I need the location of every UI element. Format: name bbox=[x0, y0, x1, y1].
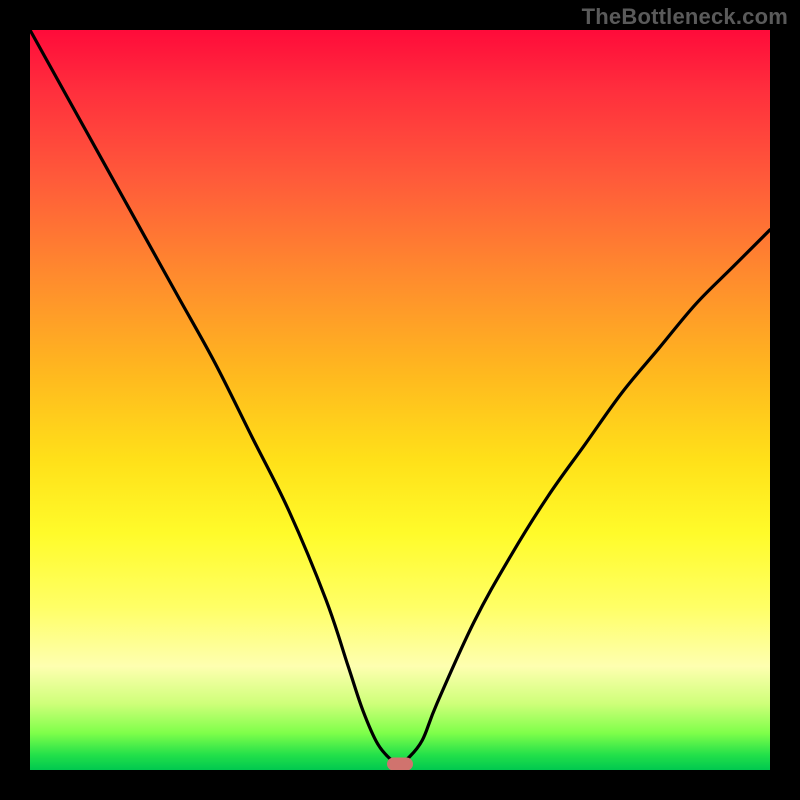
chart-curve bbox=[30, 30, 770, 770]
watermark-text: TheBottleneck.com bbox=[582, 4, 788, 30]
chart-plot-area bbox=[30, 30, 770, 770]
optimal-point-marker bbox=[387, 758, 413, 770]
chart-frame: TheBottleneck.com bbox=[0, 0, 800, 800]
